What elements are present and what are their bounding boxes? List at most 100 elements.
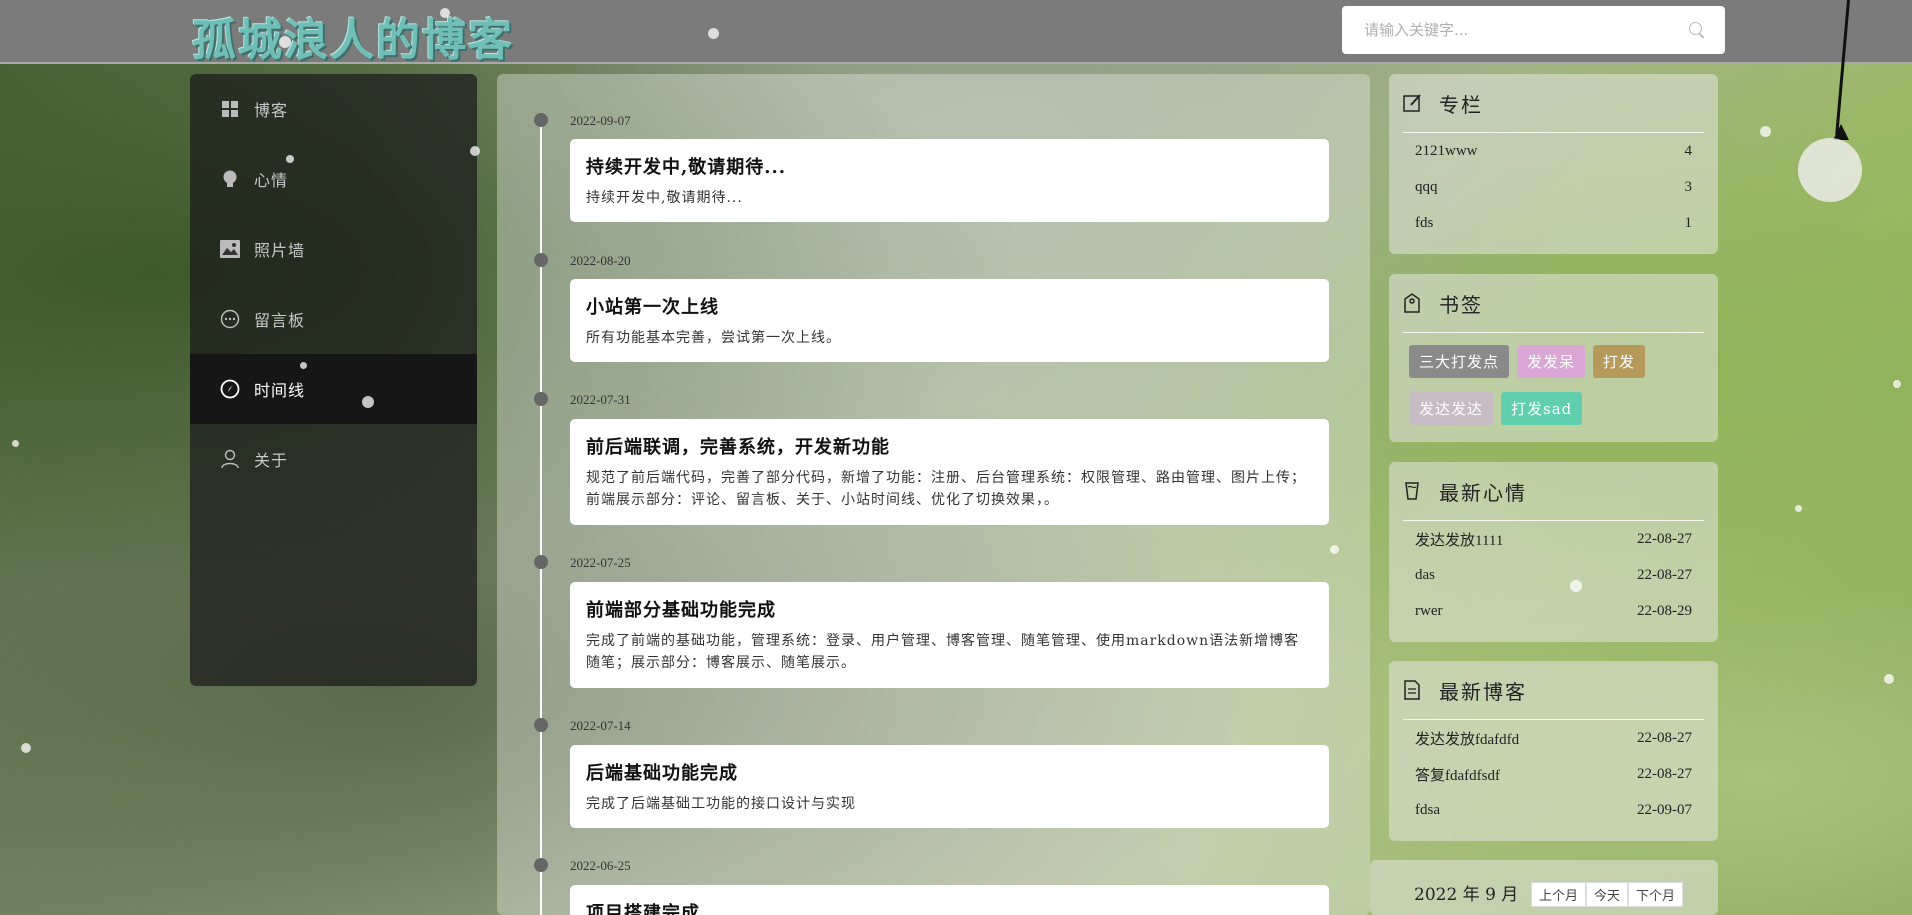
blog-item[interactable]: 答复fdafdfsdf 22-08-27 bbox=[1403, 756, 1704, 792]
sidebar-item-photos[interactable]: 照片墙 bbox=[190, 214, 477, 284]
snow-particle bbox=[1148, 440, 1158, 450]
timeline-card[interactable]: 项目搭建完成 bbox=[570, 885, 1329, 915]
column-count: 3 bbox=[1684, 178, 1693, 195]
timeline-dot bbox=[534, 858, 548, 872]
calendar-controls: 上个月 今天 下个月 bbox=[1531, 882, 1684, 907]
columns-widget: 专栏 2121www 4 qqq 3 fds 1 bbox=[1389, 74, 1718, 254]
image-icon bbox=[220, 239, 240, 259]
mood-item[interactable]: das 22-08-27 bbox=[1403, 557, 1704, 593]
snow-particle bbox=[1893, 380, 1901, 388]
sidebar-item-label: 照片墙 bbox=[254, 241, 306, 260]
snow-particle bbox=[1570, 580, 1582, 592]
tag-chip[interactable]: 打发sad bbox=[1501, 392, 1583, 425]
chat-icon bbox=[220, 309, 240, 329]
sidebar-item-timeline[interactable]: 时间线 bbox=[190, 354, 477, 424]
blog-date: 22-08-27 bbox=[1637, 765, 1692, 782]
blog-item[interactable]: 发达发放fdafdfd 22-08-27 bbox=[1403, 720, 1704, 756]
bookmarks-header: 书签 bbox=[1403, 274, 1704, 333]
search-input[interactable] bbox=[1362, 20, 1666, 40]
timeline-card[interactable]: 小站第一次上线 所有功能基本完善，尝试第一次上线。 bbox=[570, 279, 1329, 362]
lamp-ball[interactable] bbox=[1798, 138, 1862, 202]
timeline-card[interactable]: 后端基础功能完成 完成了后端基础工功能的接口设计与实现 bbox=[570, 745, 1329, 828]
column-name: fds bbox=[1415, 214, 1434, 231]
column-item[interactable]: qqq 3 bbox=[1403, 169, 1704, 205]
timeline-dot bbox=[534, 113, 548, 127]
timeline-dot bbox=[534, 392, 548, 406]
timeline-date: 2022-07-14 bbox=[570, 718, 631, 733]
mood-name: rwer bbox=[1415, 602, 1443, 619]
sidebar-item-label: 留言板 bbox=[254, 311, 306, 330]
timeline-desc: 规范了前后端代码，完善了部分代码，新增了功能：注册、后台管理系统：权限管理、路由… bbox=[586, 470, 1306, 508]
blog-date: 22-09-07 bbox=[1637, 801, 1692, 818]
moods-title: 最新心情 bbox=[1439, 480, 1527, 505]
timeline-desc: 完成了后端基础工功能的接口设计与实现 bbox=[586, 796, 856, 812]
timeline-axis bbox=[540, 114, 542, 915]
snow-particle bbox=[440, 8, 450, 18]
search-icon[interactable] bbox=[1689, 22, 1705, 38]
blog-date: 22-08-27 bbox=[1637, 729, 1692, 746]
timeline-date: 2022-09-07 bbox=[570, 113, 631, 128]
sidebar-item-guestbook[interactable]: 留言板 bbox=[190, 284, 477, 354]
snow-particle bbox=[279, 36, 291, 48]
snow-particle bbox=[1330, 545, 1339, 554]
tag-list: 三大打发点 发发呆 打发 发达发达 打发sad bbox=[1403, 333, 1704, 443]
blog-item[interactable]: fdsa 22-09-07 bbox=[1403, 792, 1704, 828]
timeline-card[interactable]: 持续开发中,敬请期待... 持续开发中,敬请期待... bbox=[570, 139, 1329, 222]
column-count: 4 bbox=[1684, 142, 1693, 159]
blog-name: 答复fdafdfsdf bbox=[1415, 767, 1500, 784]
columns-title: 专栏 bbox=[1439, 92, 1483, 117]
sidebar-nav: 博客 心情 照片墙 留言板 时间线 关于 bbox=[190, 74, 477, 686]
next-month-button[interactable]: 下个月 bbox=[1628, 882, 1684, 907]
calendar-title: 2022 年 9 月 bbox=[1414, 885, 1519, 905]
column-name: 2121www bbox=[1415, 142, 1478, 159]
columns-header: 专栏 bbox=[1403, 74, 1704, 133]
timeline-dot bbox=[534, 253, 548, 267]
timeline-desc: 所有功能基本完善，尝试第一次上线。 bbox=[586, 330, 841, 346]
timeline-desc: 持续开发中,敬请期待... bbox=[586, 190, 743, 206]
timeline-dot bbox=[534, 555, 548, 569]
column-item[interactable]: 2121www 4 bbox=[1403, 133, 1704, 169]
snow-particle bbox=[362, 396, 374, 408]
tag-chip[interactable]: 三大打发点 bbox=[1409, 345, 1510, 378]
timeline-date: 2022-06-25 bbox=[570, 858, 631, 873]
snow-particle bbox=[708, 28, 719, 39]
tag-chip[interactable]: 发达发达 bbox=[1409, 392, 1494, 425]
snow-particle bbox=[1760, 126, 1771, 137]
timeline-card[interactable]: 前后端联调，完善系统，开发新功能 规范了前后端代码，完善了部分代码，新增了功能：… bbox=[570, 419, 1329, 525]
timeline-panel: 2022-09-07 持续开发中,敬请期待... 持续开发中,敬请期待... 2… bbox=[497, 74, 1370, 915]
mood-date: 22-08-29 bbox=[1637, 602, 1692, 619]
snow-particle bbox=[286, 155, 294, 163]
mood-date: 22-08-27 bbox=[1637, 566, 1692, 583]
edit-icon bbox=[1403, 93, 1423, 113]
mood-item[interactable]: 发达发放1111 22-08-27 bbox=[1403, 521, 1704, 557]
bookmarks-title: 书签 bbox=[1439, 292, 1483, 317]
document-icon bbox=[1403, 680, 1423, 700]
sidebar-item-mood[interactable]: 心情 bbox=[190, 144, 477, 214]
sidebar-item-blog[interactable]: 博客 bbox=[190, 74, 477, 144]
timeline-date: 2022-08-20 bbox=[570, 253, 631, 268]
search-box[interactable] bbox=[1342, 6, 1725, 54]
user-icon bbox=[220, 449, 240, 469]
cup-icon bbox=[1403, 481, 1423, 501]
timeline-dot bbox=[534, 718, 548, 732]
today-button[interactable]: 今天 bbox=[1586, 882, 1629, 907]
bookmarks-widget: 书签 三大打发点 发发呆 打发 发达发达 打发sad bbox=[1389, 274, 1718, 442]
timeline-date: 2022-07-25 bbox=[570, 555, 631, 570]
mood-item[interactable]: rwer 22-08-29 bbox=[1403, 593, 1704, 629]
column-item[interactable]: fds 1 bbox=[1403, 205, 1704, 241]
timeline-card[interactable]: 前端部分基础功能完成 完成了前端的基础功能，管理系统：登录、用户管理、博客管理、… bbox=[570, 582, 1329, 688]
prev-month-button[interactable]: 上个月 bbox=[1531, 882, 1587, 907]
timeline-title: 持续开发中,敬请期待... bbox=[586, 157, 787, 178]
sidebar-item-label: 心情 bbox=[254, 171, 289, 190]
blogs-widget: 最新博客 发达发放fdafdfd 22-08-27 答复fdafdfsdf 22-0… bbox=[1389, 661, 1718, 841]
site-logo[interactable]: 孤城浪人的博客 bbox=[192, 4, 514, 68]
mood-name: 发达发放1111 bbox=[1415, 532, 1504, 549]
tag-chip[interactable]: 发发呆 bbox=[1517, 345, 1586, 378]
mood-date: 22-08-27 bbox=[1637, 530, 1692, 547]
timeline-date: 2022-07-31 bbox=[570, 392, 631, 407]
column-name: qqq bbox=[1415, 178, 1438, 195]
sidebar-item-about[interactable]: 关于 bbox=[190, 424, 477, 494]
tag-chip[interactable]: 打发 bbox=[1593, 345, 1646, 378]
timeline-title: 后端基础功能完成 bbox=[586, 763, 738, 784]
timeline-title: 项目搭建完成 bbox=[586, 903, 700, 915]
